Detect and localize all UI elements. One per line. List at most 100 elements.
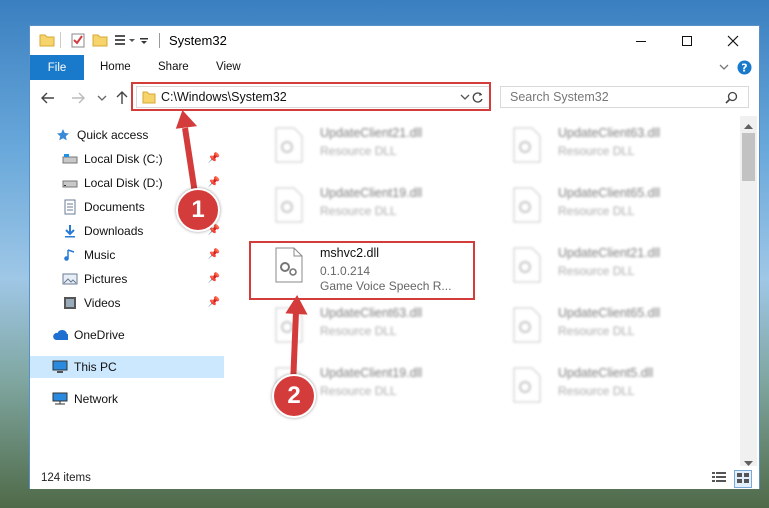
folder-icon[interactable] xyxy=(39,32,55,48)
sidebar-item-music[interactable]: Music 📌 xyxy=(30,244,224,266)
help-icon[interactable]: ? xyxy=(737,60,752,78)
maximize-button[interactable] xyxy=(664,26,710,55)
file-type: Resource DLL xyxy=(558,384,635,398)
file-type: Resource DLL xyxy=(320,324,397,338)
sidebar-item-label: Videos xyxy=(84,296,121,310)
sidebar-item-label: Music xyxy=(84,248,116,262)
scroll-up-icon[interactable] xyxy=(744,119,753,133)
forward-arrow-icon[interactable] xyxy=(69,89,87,107)
file-tile[interactable]: UpdateClient63.dll Resource DLL xyxy=(250,300,465,358)
file-name: UpdateClient19.dll xyxy=(320,366,423,380)
file-name: UpdateClient63.dll xyxy=(558,126,661,140)
pin-icon[interactable]: 📌 xyxy=(208,249,220,260)
dll-file-icon xyxy=(512,367,542,403)
tab-view[interactable]: View xyxy=(216,61,241,73)
sidebar-item-local-disk-c[interactable]: Local Disk (C:) 📌 xyxy=(30,148,224,170)
pin-icon[interactable]: 📌 xyxy=(208,297,220,308)
sidebar-item-label: Local Disk (C:) xyxy=(84,152,163,166)
computer-icon xyxy=(52,359,68,375)
new-folder-icon[interactable] xyxy=(92,32,108,48)
sidebar-item-quick-access[interactable]: Quick access xyxy=(30,124,224,146)
drive-icon xyxy=(62,175,78,191)
file-tile[interactable]: UpdateClient65.dll Resource DLL xyxy=(488,180,703,238)
dll-file-icon xyxy=(512,307,542,343)
recent-locations-icon[interactable] xyxy=(93,89,111,107)
pin-icon[interactable]: 📌 xyxy=(208,153,220,164)
network-icon xyxy=(52,391,68,407)
pin-icon[interactable]: 📌 xyxy=(208,273,220,284)
sidebar-item-pictures[interactable]: Pictures 📌 xyxy=(30,268,224,290)
file-name: UpdateClient5.dll xyxy=(558,366,654,380)
customize-toolbar-icon[interactable] xyxy=(114,32,148,48)
item-count: 124 items xyxy=(41,472,91,484)
drive-icon xyxy=(62,151,78,167)
file-tile[interactable]: UpdateClient65.dll Resource DLL xyxy=(488,300,703,358)
sidebar-item-network[interactable]: Network xyxy=(30,388,224,410)
pin-icon[interactable]: 📌 xyxy=(208,177,220,188)
window-title: System32 xyxy=(169,33,227,48)
scroll-thumb[interactable] xyxy=(742,133,755,181)
back-arrow-icon[interactable] xyxy=(39,89,57,107)
file-type: Resource DLL xyxy=(558,144,635,158)
search-icon[interactable] xyxy=(725,91,738,107)
file-highlight xyxy=(249,241,475,300)
dll-file-icon xyxy=(274,307,304,343)
title-separator xyxy=(159,33,160,48)
dll-file-icon xyxy=(512,127,542,163)
file-tile[interactable]: UpdateClient5.dll Resource DLL xyxy=(488,360,703,418)
file-tile[interactable]: UpdateClient19.dll Resource DLL xyxy=(250,180,465,238)
title-bar: System32 xyxy=(30,26,759,55)
music-icon xyxy=(62,247,78,263)
file-tile[interactable]: UpdateClient63.dll Resource DLL xyxy=(488,120,703,178)
sidebar-item-label: Pictures xyxy=(84,272,128,286)
file-tile[interactable]: UpdateClient21.dll Resource DLL xyxy=(488,240,703,298)
tab-share[interactable]: Share xyxy=(158,61,189,73)
search-input[interactable]: Search System32 xyxy=(510,90,609,104)
file-type: Resource DLL xyxy=(320,144,397,158)
svg-text:?: ? xyxy=(741,62,747,75)
file-name: UpdateClient63.dll xyxy=(320,306,423,320)
file-type: Resource DLL xyxy=(320,204,397,218)
file-type: Resource DLL xyxy=(558,204,635,218)
videos-icon xyxy=(62,295,78,311)
sidebar-item-label: This PC xyxy=(74,360,117,374)
up-arrow-icon[interactable] xyxy=(113,89,131,107)
file-name: UpdateClient65.dll xyxy=(558,306,661,320)
file-type: Resource DLL xyxy=(558,324,635,338)
chevron-down-icon[interactable] xyxy=(718,61,730,76)
file-tile[interactable]: UpdateClient21.dll Resource DLL xyxy=(250,120,465,178)
vertical-scrollbar[interactable] xyxy=(740,116,757,466)
sidebar-item-videos[interactable]: Videos 📌 xyxy=(30,292,224,314)
address-highlight xyxy=(131,82,491,111)
tiles-view-icon[interactable] xyxy=(734,470,752,488)
refresh-icon[interactable] xyxy=(471,91,484,107)
sidebar-item-label: Local Disk (D:) xyxy=(84,176,163,190)
divider xyxy=(60,32,61,48)
file-type: Resource DLL xyxy=(320,384,397,398)
sidebar-item-label: Documents xyxy=(84,200,145,214)
dll-file-icon xyxy=(512,187,542,223)
star-icon xyxy=(55,127,71,143)
file-name: UpdateClient21.dll xyxy=(558,246,661,260)
file-name: UpdateClient19.dll xyxy=(320,186,423,200)
sidebar-item-this-pc[interactable]: This PC xyxy=(30,356,224,378)
file-name: UpdateClient65.dll xyxy=(558,186,661,200)
sidebar-item-label: OneDrive xyxy=(74,328,125,342)
callout-two: 2 xyxy=(272,374,316,418)
tab-home[interactable]: Home xyxy=(100,61,131,73)
sidebar-item-onedrive[interactable]: OneDrive xyxy=(30,324,224,346)
details-view-icon[interactable] xyxy=(711,471,727,487)
dll-file-icon xyxy=(274,127,304,163)
properties-icon[interactable] xyxy=(70,32,86,48)
file-name: UpdateClient21.dll xyxy=(320,126,423,140)
close-button[interactable] xyxy=(710,26,756,55)
minimize-button[interactable] xyxy=(618,26,664,55)
navigation-bar: C:\Windows\System32 Search System32 xyxy=(30,80,759,116)
sidebar-item-label: Quick access xyxy=(77,128,149,142)
dll-file-icon xyxy=(274,187,304,223)
search-box[interactable]: Search System32 xyxy=(500,86,749,108)
tab-file[interactable]: File xyxy=(30,55,84,80)
ribbon: File Home Share View ? xyxy=(30,55,759,81)
document-icon xyxy=(62,199,78,215)
download-icon xyxy=(62,223,78,239)
